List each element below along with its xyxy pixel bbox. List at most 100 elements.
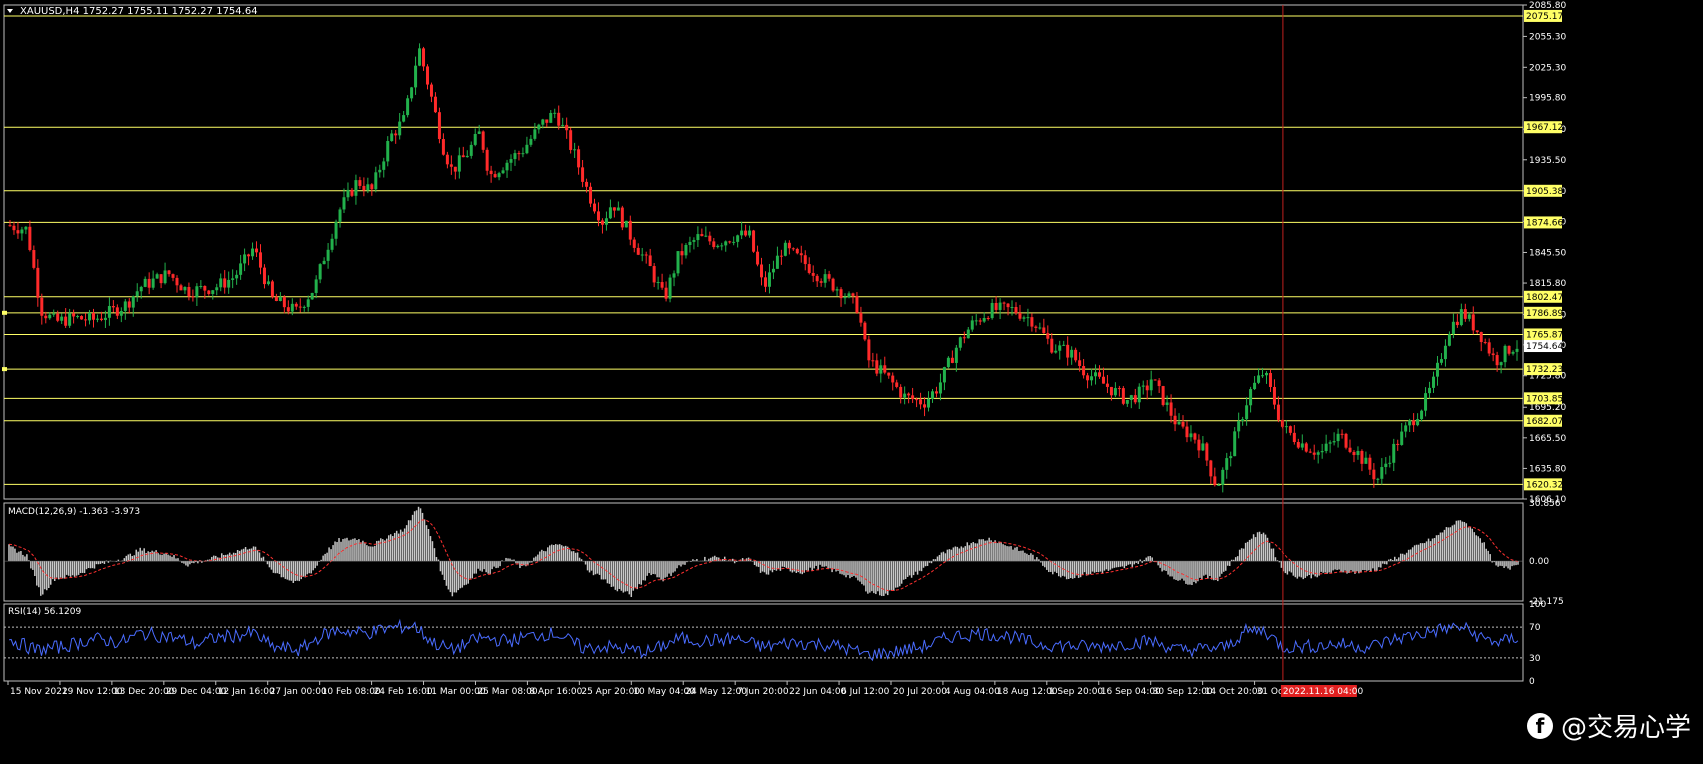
candle-body: [441, 139, 445, 155]
candle-body: [155, 274, 159, 279]
candle-body: [958, 337, 962, 348]
candle-body: [1328, 442, 1332, 444]
candle-body: [585, 181, 589, 187]
time-tick-label: 6 Jul 12:00: [841, 687, 890, 697]
candle-body: [736, 235, 740, 242]
watermark: f @交易心学: [1526, 707, 1691, 744]
candle-body: [624, 220, 628, 228]
candle-body: [1467, 314, 1471, 319]
candle-body: [1074, 349, 1078, 361]
candle-body: [310, 292, 314, 300]
candle-body: [1320, 451, 1324, 453]
candle-body: [485, 149, 489, 171]
candle-body: [20, 229, 24, 234]
candle-body: [740, 230, 744, 236]
candle-body: [84, 319, 88, 321]
candle-body: [704, 235, 708, 237]
candle-body: [123, 301, 127, 311]
candle-body: [640, 254, 644, 256]
candle-body: [573, 149, 577, 151]
price-panel[interactable]: [2, 15, 1523, 493]
candle-body: [994, 302, 998, 310]
time-tick-label: 15 Nov 2021: [10, 687, 68, 697]
candle-body: [1221, 469, 1225, 485]
candle-body: [1424, 393, 1428, 411]
macd-tick-label: 0.00: [1529, 557, 1549, 567]
candle-body: [1364, 457, 1368, 464]
macd-panel[interactable]: MACD(12,26,9) -1.363 -3.973: [4, 506, 1523, 597]
candle-body: [787, 242, 791, 249]
candle-body: [648, 255, 652, 267]
candle-body: [1416, 419, 1420, 426]
candle-body: [895, 382, 899, 387]
rsi-panel[interactable]: RSI(14) 56.1209: [4, 607, 1523, 662]
rsi-tick-label: 30: [1529, 654, 1541, 664]
candle-body: [1435, 362, 1439, 377]
candle-body: [600, 220, 604, 225]
candle-body: [1412, 420, 1416, 426]
candle-body: [183, 286, 187, 291]
candle-body: [199, 286, 203, 288]
candle-body: [1066, 344, 1070, 358]
candle-body: [756, 251, 760, 265]
macd-signal-line: [8, 519, 1519, 592]
rsi-label: RSI(14) 56.1209: [8, 607, 81, 617]
candle-body: [1125, 399, 1129, 404]
candle-body: [1368, 457, 1372, 470]
candle-body: [1292, 432, 1296, 443]
candle-body: [402, 115, 406, 122]
candle-body: [923, 404, 927, 408]
candle-body: [282, 296, 286, 308]
candle-body: [656, 282, 660, 284]
candle-body: [1121, 388, 1125, 404]
candle-body: [95, 318, 99, 320]
candle-body: [1153, 379, 1157, 381]
candle-body: [593, 203, 597, 212]
candle-body: [807, 264, 811, 273]
candle-body: [847, 293, 851, 297]
candle-body: [1090, 376, 1094, 381]
candle-body: [179, 285, 183, 291]
candle-body: [44, 315, 48, 319]
candle-body: [366, 184, 370, 191]
candle-body: [716, 245, 720, 248]
candle-body: [1014, 307, 1018, 314]
candle-body: [461, 155, 465, 158]
trading-chart[interactable]: MACD(12,26,9) -1.363 -3.973 RSI(14) 56.1…: [0, 0, 1703, 764]
candle-body: [1205, 443, 1209, 461]
facebook-icon: f: [1526, 712, 1553, 739]
candle-body: [1268, 372, 1272, 387]
candle-body: [867, 339, 871, 361]
candle-body: [334, 221, 338, 239]
candle-body: [1169, 402, 1173, 416]
candle-body: [652, 266, 656, 283]
candle-body: [644, 254, 648, 256]
candle-body: [946, 357, 950, 368]
candle-body: [477, 131, 481, 134]
candle-body: [247, 254, 251, 257]
candle-body: [1197, 439, 1201, 451]
candle-body: [1304, 443, 1308, 452]
candle-body: [509, 159, 513, 163]
candle-body: [1356, 450, 1360, 456]
candle-body: [1432, 376, 1436, 388]
candle-body: [688, 241, 692, 245]
candle-body: [1515, 348, 1519, 352]
candle-body: [258, 252, 262, 268]
candle-body: [843, 296, 847, 299]
candle-body: [266, 281, 270, 285]
candle-body: [942, 367, 946, 383]
candle-body: [608, 207, 612, 219]
candle-body: [1408, 420, 1412, 426]
candle-body: [1507, 345, 1511, 354]
candle-body: [1157, 380, 1161, 387]
horizontal-levels: [2, 15, 1523, 485]
candle-body: [370, 184, 374, 190]
candle-body: [596, 211, 600, 221]
collapse-triangle-icon[interactable]: [7, 9, 13, 13]
candle-body: [628, 220, 632, 240]
candle-body: [632, 239, 636, 248]
candle-body: [1018, 313, 1022, 319]
candle-body: [998, 302, 1002, 310]
candle-body: [342, 197, 346, 210]
